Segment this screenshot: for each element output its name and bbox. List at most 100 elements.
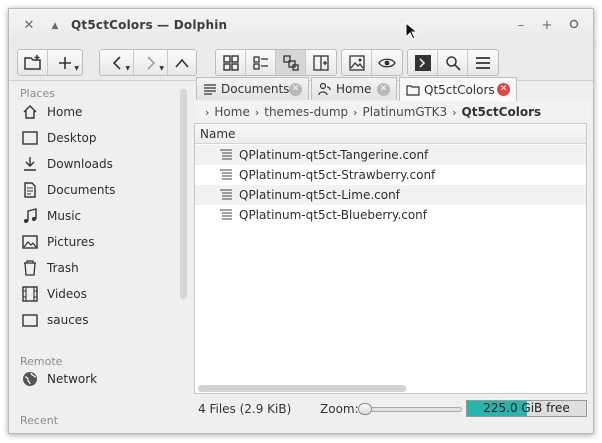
network-icon [23, 372, 37, 386]
icons-view-button[interactable] [216, 50, 246, 75]
search-icon [445, 55, 461, 71]
chevron-right-icon: › [205, 105, 210, 119]
place-documents[interactable]: Documents [20, 179, 175, 201]
preview-button[interactable] [342, 50, 372, 75]
minimize-window-icon[interactable]: – [513, 18, 529, 34]
chevron-right-icon: › [452, 105, 457, 119]
downloads-icon [24, 157, 36, 171]
icons-view-icon [222, 54, 239, 71]
place-music[interactable]: Music [20, 205, 175, 227]
close-window-icon[interactable]: ✕ [21, 18, 37, 34]
menu-button[interactable] [468, 50, 498, 75]
free-space-text: 225.0 GiB free [483, 401, 570, 415]
close-tab-icon[interactable]: ✕ [377, 83, 390, 96]
place-videos[interactable]: Videos [20, 283, 175, 305]
status-bar: 4 Files (2.9 KiB) Zoom: 225.0 GiB free [194, 399, 591, 421]
documents-icon [24, 182, 36, 198]
up-button[interactable] [168, 50, 196, 75]
file-row[interactable]: QPlatinum-qt5ct-Blueberry.conf [195, 205, 586, 225]
text-file-icon [220, 189, 232, 200]
terminal-button[interactable] [408, 50, 438, 75]
mouse-cursor-icon [405, 22, 417, 40]
details-view-button[interactable] [246, 50, 276, 75]
column-header-name[interactable]: Name [195, 124, 586, 144]
place-label: Trash [47, 261, 79, 275]
file-row[interactable]: QPlatinum-qt5ct-Tangerine.conf [195, 145, 586, 165]
forward-button[interactable]: ▼ [134, 50, 168, 75]
chevron-right-icon: › [254, 105, 260, 119]
file-row[interactable]: QPlatinum-qt5ct-Strawberry.conf [195, 165, 586, 185]
place-home[interactable]: Home [20, 101, 175, 123]
details-view-icon [252, 55, 268, 70]
navigation-group: ▼ ▼ [99, 49, 197, 76]
file-row[interactable]: QPlatinum-qt5ct-Lime.conf [195, 185, 586, 205]
split-view-icon [313, 54, 329, 71]
shade-window-icon[interactable]: ▲ [47, 18, 63, 34]
menu-icon [476, 56, 490, 69]
maximize-window-icon[interactable]: + [539, 18, 555, 34]
crumb-qt5ctcolors[interactable]: Qt5ctColors [462, 105, 542, 119]
zoom-slider[interactable] [360, 407, 462, 412]
place-sauces[interactable]: sauces [20, 309, 175, 331]
videos-icon [22, 286, 38, 302]
tab-bar: Documents ✕ Home ✕ Qt5ctColors ✕ [194, 77, 591, 101]
tab-label: Home [336, 82, 372, 96]
tab-documents[interactable]: Documents ✕ [196, 77, 309, 100]
breadcrumb: › Home › themes-dump › PlatinumGTK3 › Qt… [194, 101, 591, 123]
new-window-button[interactable] [18, 50, 48, 75]
place-desktop[interactable]: Desktop [20, 127, 175, 149]
text-file-icon [220, 209, 232, 220]
place-downloads[interactable]: Downloads [20, 153, 175, 175]
file-name: QPlatinum-qt5ct-Lime.conf [239, 188, 400, 202]
file-name: QPlatinum-qt5ct-Blueberry.conf [239, 208, 427, 222]
file-name: QPlatinum-qt5ct-Tangerine.conf [239, 148, 429, 162]
place-network[interactable]: Network [20, 368, 175, 390]
places-panel: Places Home Desktop Downloads Documents … [9, 81, 179, 433]
documents-icon [204, 84, 216, 95]
pictures-icon [22, 235, 38, 249]
music-icon [24, 208, 37, 223]
compact-view-button[interactable] [276, 50, 306, 75]
tab-home[interactable]: Home ✕ [311, 77, 397, 100]
dropdown-caret-icon: ▼ [74, 65, 79, 72]
folder-open-icon [406, 84, 420, 96]
zoom-label: Zoom: [320, 402, 359, 416]
preview-group [341, 49, 403, 76]
show-hidden-button[interactable] [372, 50, 402, 75]
sidebar-scrollbar[interactable] [180, 89, 187, 299]
close-tab-icon[interactable]: ✕ [497, 83, 510, 96]
place-label: Downloads [47, 157, 113, 171]
new-group: ▼ [17, 49, 83, 76]
compact-view-icon [282, 54, 299, 71]
place-label: Pictures [47, 235, 95, 249]
status-summary: 4 Files (2.9 KiB) [198, 402, 292, 416]
tab-qt5ctcolors[interactable]: Qt5ctColors ✕ [399, 77, 517, 101]
forward-icon [146, 55, 155, 70]
back-button[interactable]: ▼ [100, 50, 134, 75]
crumb-home[interactable]: Home [214, 105, 249, 119]
place-label: Home [47, 105, 83, 119]
crumb-themes-dump[interactable]: themes-dump [264, 105, 348, 119]
text-file-icon [220, 169, 232, 180]
back-icon [112, 55, 121, 70]
new-folder-button[interactable]: ▼ [48, 50, 82, 75]
show-hidden-icon [378, 58, 396, 67]
keep-above-icon[interactable] [566, 18, 582, 34]
dolphin-window: ✕ ▲ Qt5ctColors — Dolphin – + ▼ ▼ ▼ Plac… [8, 8, 594, 434]
place-pictures[interactable]: Pictures [20, 231, 175, 253]
place-trash[interactable]: Trash [20, 257, 175, 279]
split-view-button[interactable] [306, 50, 336, 75]
places-section-title: Places [20, 87, 55, 100]
window-title: Qt5ctColors — Dolphin [71, 18, 228, 32]
crumb-platinumgtk3[interactable]: PlatinumGTK3 [363, 105, 448, 119]
close-tab-icon[interactable]: ✕ [289, 83, 302, 96]
title-bar[interactable]: ✕ ▲ Qt5ctColors — Dolphin – + [9, 9, 593, 43]
place-label: Videos [47, 287, 87, 301]
terminal-icon [414, 54, 431, 71]
search-button[interactable] [438, 50, 468, 75]
file-view[interactable]: Name QPlatinum-qt5ct-Tangerine.conf QPla… [194, 123, 587, 394]
new-window-icon [23, 54, 41, 70]
horizontal-scrollbar[interactable] [198, 385, 406, 392]
zoom-slider-handle[interactable] [358, 403, 372, 415]
free-space-indicator[interactable]: 225.0 GiB free [466, 400, 587, 417]
